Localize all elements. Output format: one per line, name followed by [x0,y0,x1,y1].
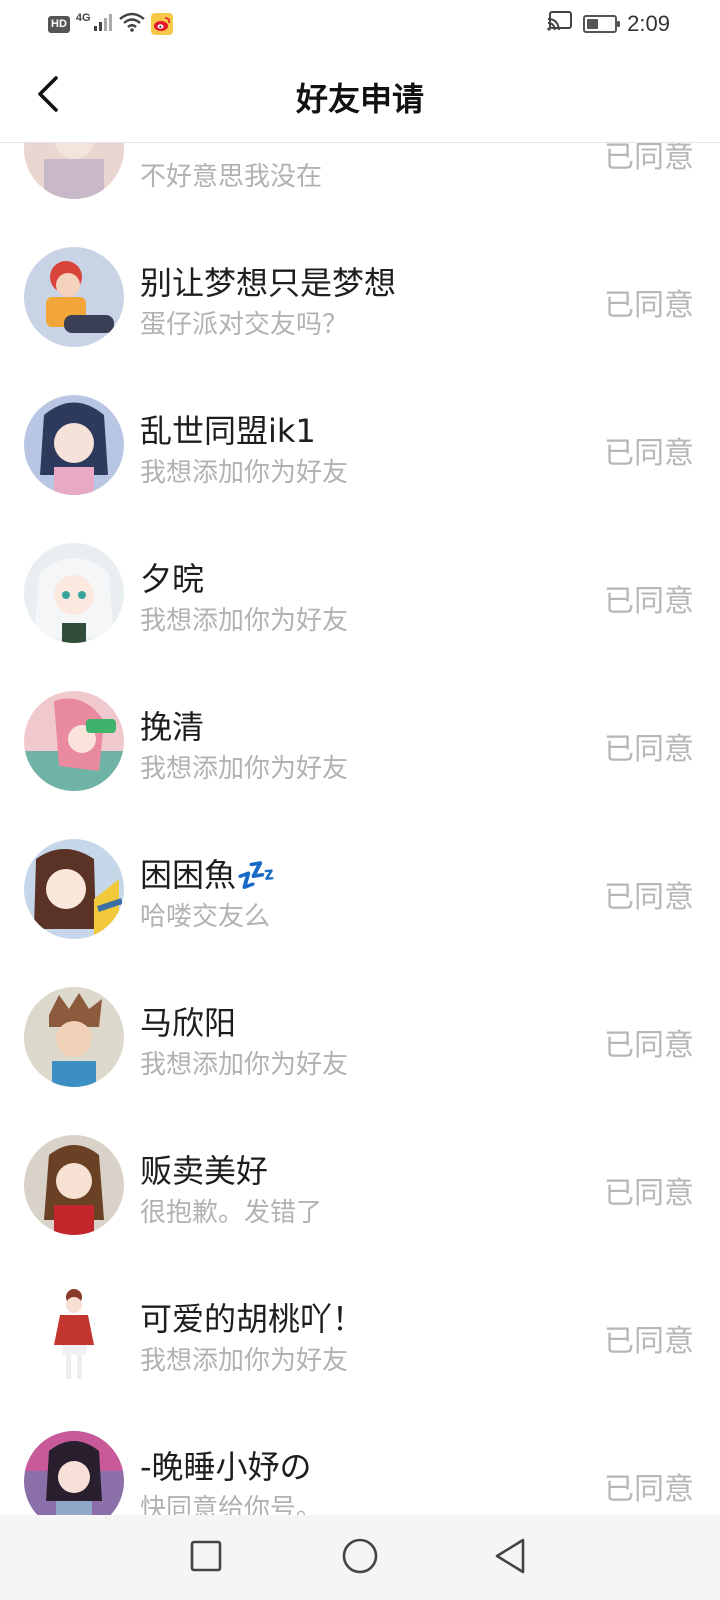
request-message: 哈喽交友么 [140,902,271,932]
cast-icon [547,10,573,38]
request-status: 已同意 [604,584,694,619]
system-nav-bar [0,1515,720,1600]
request-message: 蛋仔派对交友吗？ [140,310,349,340]
avatar[interactable] [24,143,124,199]
request-message: 我想添加你为好友 [140,754,349,784]
avatar[interactable] [24,839,124,939]
request-message: 很抱歉。发错了 [140,1198,323,1228]
home-button[interactable] [337,1535,383,1581]
page-title: 好友申请 [295,80,424,118]
friend-request-row[interactable]: 挽清 我想添加你为好友 已同意 [0,666,720,814]
request-message: 快同意给你号。 [140,1494,323,1515]
avatar[interactable] [24,1283,124,1383]
requester-name: 贩卖美好 [140,1152,269,1190]
home-icon [341,1537,379,1579]
hd-badge: HD [48,15,70,33]
avatar[interactable] [24,247,124,347]
request-status: 已同意 [604,1324,694,1359]
request-status: 已同意 [604,1176,694,1211]
requester-name: 乱世同盟ik1 [140,412,316,450]
weibo-icon [150,13,173,35]
requester-name: -晚睡小妤の [140,1448,312,1486]
request-message: 我想添加你为好友 [140,1346,349,1376]
friend-request-row[interactable]: -晚睡小妤の 快同意给你号。 已同意 [0,1406,720,1515]
status-time: 2:09 [627,11,670,36]
request-status: 已同意 [604,880,694,915]
friend-request-list[interactable]: 不好意思我没在 已同意 别让梦想只是梦想 蛋仔派对交友吗？ 已同意 乱世同盟ik… [0,143,720,1515]
request-message: 我想添加你为好友 [140,1050,349,1080]
requester-name: 困困魚💤 [140,856,276,894]
friend-request-row[interactable]: 可爱的胡桃吖！ 我想添加你为好友 已同意 [0,1258,720,1406]
request-status: 已同意 [604,288,694,323]
friend-request-row[interactable]: 马欣阳 我想添加你为好友 已同意 [0,962,720,1110]
screen: HD 4G 2:09 好友申请 不好意思我没在 已同意 别让梦想只是梦想 蛋仔派… [0,0,720,1600]
requester-name: 可爱的胡桃吖！ [140,1300,365,1338]
request-status: 已同意 [604,1472,694,1507]
system-back-button[interactable] [487,1535,533,1581]
status-left: HD 4G [48,12,173,36]
friend-request-row[interactable]: 贩卖美好 很抱歉。发错了 已同意 [0,1110,720,1258]
friend-request-row[interactable]: 不好意思我没在 已同意 [0,143,720,222]
request-status: 已同意 [604,436,694,471]
requester-name: 马欣阳 [140,1004,237,1042]
avatar[interactable] [24,691,124,791]
avatar[interactable] [24,543,124,643]
request-message: 我想添加你为好友 [140,458,349,488]
avatar[interactable] [24,987,124,1087]
top-app-bar: 好友申请 [0,50,720,143]
avatar[interactable] [24,1135,124,1235]
requester-name: 挽清 [140,708,205,746]
avatar[interactable] [24,395,124,495]
status-right: 2:09 [547,10,670,38]
recent-apps-icon [189,1539,223,1577]
status-bar: HD 4G 2:09 [0,0,720,50]
network-label: 4G [75,12,91,24]
battery-icon [583,15,621,33]
recent-apps-button[interactable] [183,1535,229,1581]
friend-request-row[interactable]: 夕晥 我想添加你为好友 已同意 [0,518,720,666]
requester-name: 别让梦想只是梦想 [140,264,397,302]
friend-request-row[interactable]: 别让梦想只是梦想 蛋仔派对交友吗？ 已同意 [0,222,720,370]
request-message: 不好意思我没在 [140,162,323,192]
request-status: 已同意 [604,143,694,175]
back-icon [492,1537,528,1579]
request-status: 已同意 [604,732,694,767]
wifi-icon [118,12,145,36]
friend-request-row[interactable]: 困困魚💤 哈喽交友么 已同意 [0,814,720,962]
avatar[interactable] [24,1431,124,1515]
signal-icon [93,12,113,36]
request-message: 我想添加你为好友 [140,606,349,636]
requester-name: 夕晥 [140,560,205,598]
friend-request-row[interactable]: 乱世同盟ik1 我想添加你为好友 已同意 [0,370,720,518]
request-status: 已同意 [604,1028,694,1063]
